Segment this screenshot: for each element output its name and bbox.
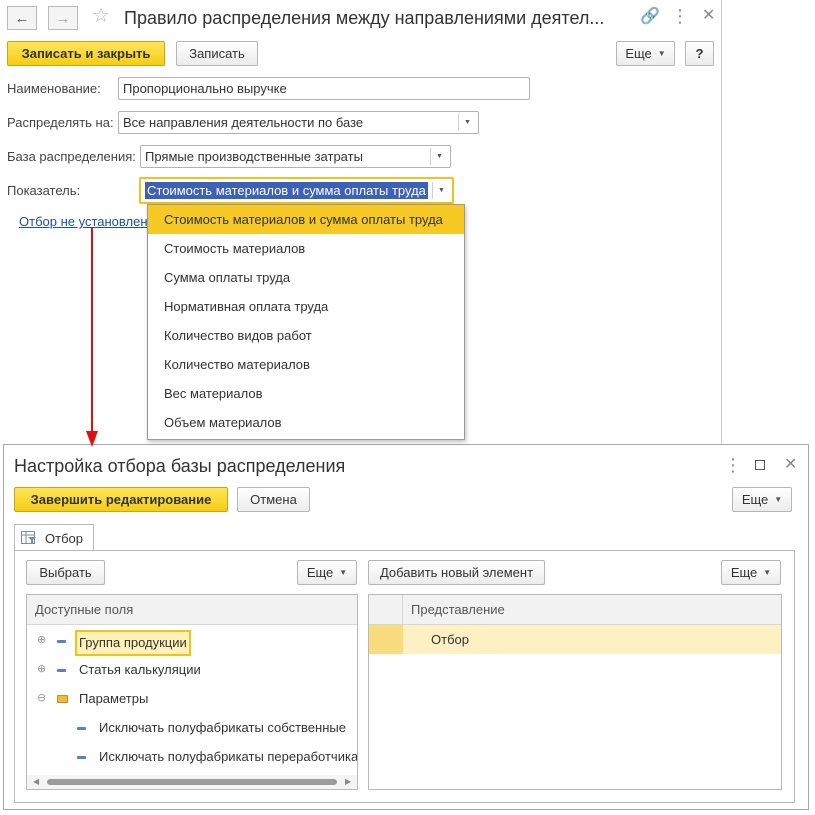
filter-items-table: Представление Отбор [368,594,782,790]
tree-item-exclude-processor[interactable]: Исключать полуфабрикаты переработчика [99,742,357,771]
more-button[interactable]: Еще ▼ [616,41,675,66]
dropdown-option[interactable]: Стоимость материалов и сумма оплаты труд… [148,205,464,234]
tree-item-exclude-own[interactable]: Исключать полуфабрикаты собственные [99,713,346,742]
distribute-label: Распределять на: [7,115,114,130]
more-button-label: Еще [306,565,334,580]
distribute-value: Все направления деятельности по базе [123,115,364,130]
row-marker-cell[interactable] [369,625,403,654]
dialog-title: Настройка отбора базы распределения [14,456,346,476]
more-vertical-icon[interactable]: ⋮ [671,6,689,26]
tree-item-cost-item[interactable]: Статья калькуляции [79,655,201,684]
field-icon [77,756,86,759]
base-select[interactable]: Прямые производственные затраты ▼ [140,145,451,168]
indicator-select[interactable]: Стоимость материалов и сумма оплаты труд… [139,177,454,204]
base-label: База распределения: [7,149,136,164]
chevron-down-icon: ▼ [763,568,772,577]
checkbox-column-header [369,595,403,625]
form-title: Правило распределения между направлениям… [124,8,605,28]
forward-button[interactable]: → [48,6,78,30]
close-icon[interactable]: ✕ [702,6,715,26]
left-more-button[interactable]: Еще ▼ [297,560,357,585]
field-icon [77,727,86,730]
filter-row-label: Отбор [431,632,469,647]
distribute-select[interactable]: Все направления деятельности по базе ▼ [118,111,479,134]
arrow-left-icon: ← [14,9,30,27]
chevron-down-icon: ▼ [657,49,666,58]
filter-table-icon [21,531,36,544]
expand-icon[interactable]: ⊕ [37,655,46,684]
horizontal-scrollbar[interactable]: ◀ ▶ [27,775,357,789]
maximize-icon[interactable] [755,460,765,470]
dropdown-option[interactable]: Объем материалов [148,408,464,437]
finish-editing-button[interactable]: Завершить редактирование [14,487,228,512]
link-icon[interactable]: 🔗 [640,7,660,27]
indicator-label: Показатель: [7,183,81,198]
dropdown-option[interactable]: Нормативная оплата труда [148,292,464,321]
right-more-button[interactable]: Еще ▼ [721,560,781,585]
filter-settings-dialog: Настройка отбора базы распределения ⋮ ✕ … [3,444,809,810]
dropdown-option[interactable]: Количество материалов [148,350,464,379]
available-fields-header: Доступные поля [27,595,357,625]
name-label: Наименование: [7,81,101,96]
back-button[interactable]: ← [7,6,37,30]
tab-filter-label: Отбор [45,530,83,546]
indicator-dropdown: Стоимость материалов и сумма оплаты труд… [147,204,465,440]
filter-row[interactable]: Отбор [403,625,781,654]
dropdown-option[interactable]: Количество видов работ [148,321,464,350]
tree-item-label: Группа продукции [75,630,191,656]
more-vertical-icon[interactable]: ⋮ [724,455,742,475]
save-and-close-button[interactable]: Записать и закрыть [7,41,165,66]
field-icon [57,669,66,672]
tree-item-parameters[interactable]: Параметры [79,684,148,713]
filter-tab-panel: Выбрать Еще ▼ Добавить новый элемент Еще… [14,550,795,803]
dropdown-option[interactable]: Стоимость материалов [148,234,464,263]
star-icon[interactable]: ☆ [92,6,110,26]
filter-link[interactable]: Отбор не установлен [19,214,148,229]
scroll-right-icon[interactable]: ▶ [345,777,351,786]
chevron-down-icon: ▼ [339,568,348,577]
field-icon [57,640,66,643]
save-button[interactable]: Записать [176,41,258,66]
expand-icon[interactable]: ⊕ [37,626,46,655]
folder-icon [57,695,68,703]
help-button[interactable]: ? [685,41,714,66]
tree-item-product-group[interactable]: Группа продукции [75,628,191,657]
more-button-label: Еще [625,46,652,61]
dropdown-option[interactable]: Сумма оплаты труда [148,263,464,292]
chevron-down-icon[interactable]: ▼ [430,148,448,165]
base-value: Прямые производственные затраты [145,149,363,164]
name-field[interactable]: Пропорционально выручке [118,77,530,100]
dropdown-option[interactable]: Вес материалов [148,379,464,408]
arrow-right-icon: → [55,9,71,27]
select-button[interactable]: Выбрать [26,560,105,585]
more-button[interactable]: Еще ▼ [732,487,792,512]
cancel-button[interactable]: Отмена [237,487,310,512]
red-arrow-annotation [86,227,98,447]
chevron-down-icon: ▼ [774,495,783,504]
rule-form-window: ← → ☆ Правило распределения между направ… [0,0,722,445]
scroll-left-icon[interactable]: ◀ [33,777,39,786]
scrollbar-thumb[interactable] [47,779,337,785]
available-fields-tree: Доступные поля ⊕ Группа продукции ⊕ Стат… [26,594,358,790]
close-icon[interactable]: ✕ [784,455,797,475]
chevron-down-icon[interactable]: ▼ [458,114,476,131]
tab-filter[interactable]: Отбор [14,524,94,551]
chevron-down-icon[interactable]: ▼ [432,182,450,199]
indicator-value: Стоимость материалов и сумма оплаты труд… [145,182,428,199]
more-button-label: Еще [741,492,769,507]
more-button-label: Еще [730,565,758,580]
collapse-icon[interactable]: ⊖ [37,684,46,713]
presentation-header: Представление [403,595,781,625]
add-new-element-button[interactable]: Добавить новый элемент [368,560,545,585]
